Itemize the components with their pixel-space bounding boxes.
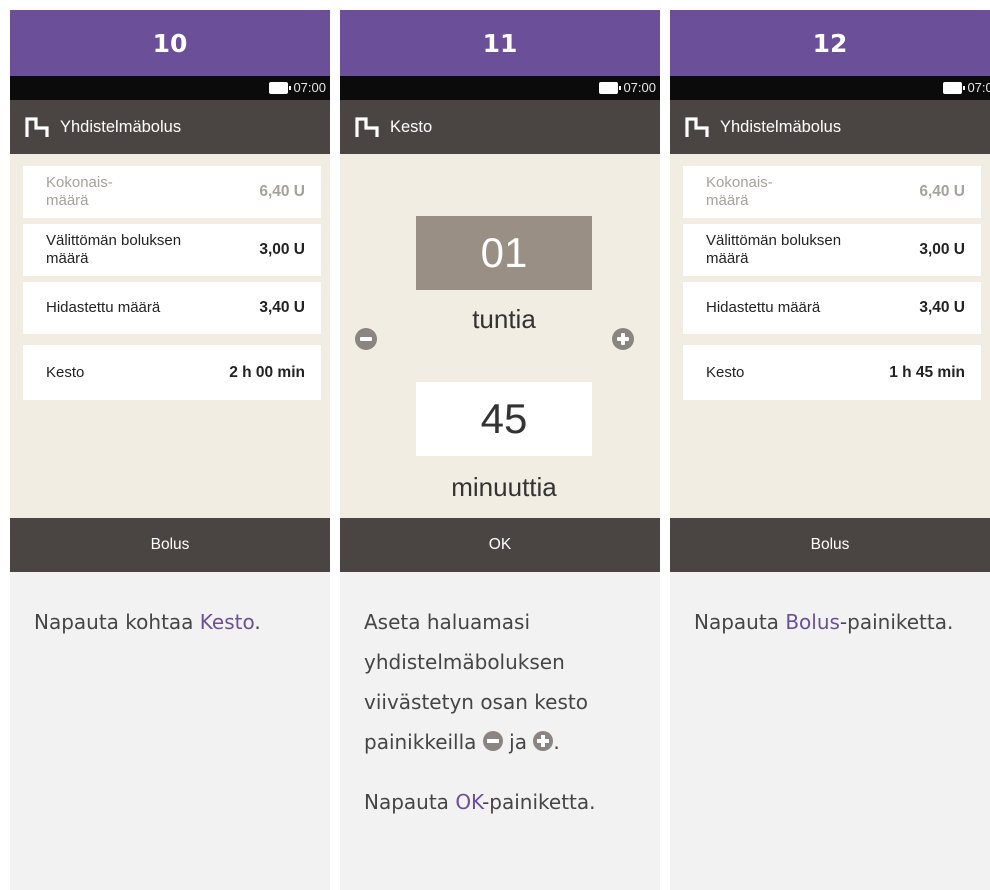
desc-text-end: .: [254, 610, 261, 634]
extended-amount-value: 3,40 U: [259, 299, 305, 316]
duration-value: 2 h 00 min: [229, 363, 305, 381]
status-bar: 07:00: [10, 76, 330, 100]
combo-bolus-icon: [685, 117, 709, 137]
immediate-amount-value: 3,00 U: [259, 241, 305, 258]
minus-circle-icon: [482, 731, 503, 751]
desc-text: Napauta: [694, 610, 786, 634]
total-amount-label: Kokonais- määrä: [46, 174, 113, 209]
total-amount-row: Kokonais- määrä 6,40 U: [23, 166, 321, 218]
title-bar: Yhdistelmäbolus: [670, 100, 990, 154]
ok-button[interactable]: OK: [340, 518, 660, 572]
extended-amount-row[interactable]: Hidastettu määrä 3,40 U: [23, 282, 321, 334]
duration-row[interactable]: Kesto 2 h 00 min: [23, 345, 321, 400]
extended-amount-label: Hidastettu määrä: [46, 299, 161, 316]
step-10-panel: 10 07:00 Yhdistelmäbolus Kokonais- määrä…: [10, 10, 330, 890]
plus-circle-icon[interactable]: [612, 328, 634, 350]
total-amount-value: 6,40 U: [259, 183, 305, 200]
total-amount-value: 6,40 U: [919, 183, 965, 200]
step-11-panel: 11 07:00 Kesto 01 tuntia 45 minuuttia OK…: [340, 10, 660, 890]
immediate-amount-label: Välittömän boluksen määrä: [706, 232, 842, 267]
hours-label: tuntia: [472, 304, 536, 334]
combo-bolus-icon: [355, 117, 379, 137]
immediate-amount-label: Välittömän boluksen määrä: [46, 232, 182, 267]
screen-title: Yhdistelmäbolus: [720, 117, 842, 136]
pump-screen: 07:00 Yhdistelmäbolus Kokonais- määrä 6,…: [670, 76, 990, 572]
immediate-amount-value: 3,00 U: [919, 241, 965, 258]
duration-label: Kesto: [46, 363, 85, 381]
title-bar: Yhdistelmäbolus: [10, 100, 330, 154]
desc-highlight: Kesto: [199, 610, 255, 634]
extended-amount-value: 3,40 U: [919, 299, 965, 316]
status-bar: 07:00: [670, 76, 990, 100]
bolus-button[interactable]: Bolus: [10, 518, 330, 572]
title-bar: Kesto: [340, 100, 660, 154]
duration-row[interactable]: Kesto 1 h 45 min: [683, 345, 981, 400]
step-description: Aseta haluamasi yhdistelmäboluksen viivä…: [340, 572, 660, 890]
battery-icon: [943, 81, 966, 94]
step-number: 11: [340, 10, 660, 76]
duration-value: 1 h 45 min: [889, 363, 965, 381]
hours-value[interactable]: 01: [416, 216, 592, 290]
extended-amount-label: Hidastettu määrä: [706, 299, 821, 316]
step-12-panel: 12 07:00 Yhdistelmäbolus Kokonais- määrä…: [670, 10, 990, 890]
step-number: 12: [670, 10, 990, 76]
combo-bolus-icon: [25, 117, 49, 137]
minutes-value[interactable]: 45: [416, 382, 592, 456]
desc-text-mid: ja: [502, 730, 534, 754]
minus-circle-icon[interactable]: [355, 328, 377, 350]
status-bar: 07:00: [340, 76, 660, 100]
immediate-amount-row[interactable]: Välittömän boluksen määrä 3,00 U: [23, 224, 321, 276]
immediate-amount-row[interactable]: Välittömän boluksen määrä 3,00 U: [683, 224, 981, 276]
pump-screen: 07:00 Kesto 01 tuntia 45 minuuttia OK: [340, 76, 660, 572]
plus-circle-icon: [533, 731, 554, 751]
battery-icon: [599, 81, 622, 94]
bolus-button[interactable]: Bolus: [670, 518, 990, 572]
step-description: Napauta kohtaa Kesto.: [10, 572, 330, 890]
status-time: 07:00: [623, 80, 656, 95]
step-description: Napauta Bolus-painiketta.: [670, 572, 990, 890]
step-number: 10: [10, 10, 330, 76]
pump-screen: 07:00 Yhdistelmäbolus Kokonais- määrä 6,…: [10, 76, 330, 572]
screen-title: Kesto: [390, 117, 433, 136]
total-amount-label: Kokonais- määrä: [706, 174, 773, 209]
desc-text-end: .: [553, 730, 560, 754]
battery-icon: [269, 81, 292, 94]
total-amount-row: Kokonais- määrä 6,40 U: [683, 166, 981, 218]
desc-highlight: OK: [455, 790, 483, 814]
extended-amount-row[interactable]: Hidastettu määrä 3,40 U: [683, 282, 981, 334]
duration-label: Kesto: [706, 363, 745, 381]
minutes-label: minuuttia: [451, 472, 557, 502]
status-time: 07:00: [293, 80, 326, 95]
desc-text: Napauta kohtaa: [34, 610, 200, 634]
status-time: 07:00: [967, 80, 990, 95]
desc-text-end: -painiketta.: [482, 790, 596, 814]
screen-title: Yhdistelmäbolus: [60, 117, 182, 136]
desc-highlight: Bolus: [785, 610, 840, 634]
desc-text-end: -painiketta.: [839, 610, 954, 634]
desc-text: Napauta: [364, 790, 456, 814]
